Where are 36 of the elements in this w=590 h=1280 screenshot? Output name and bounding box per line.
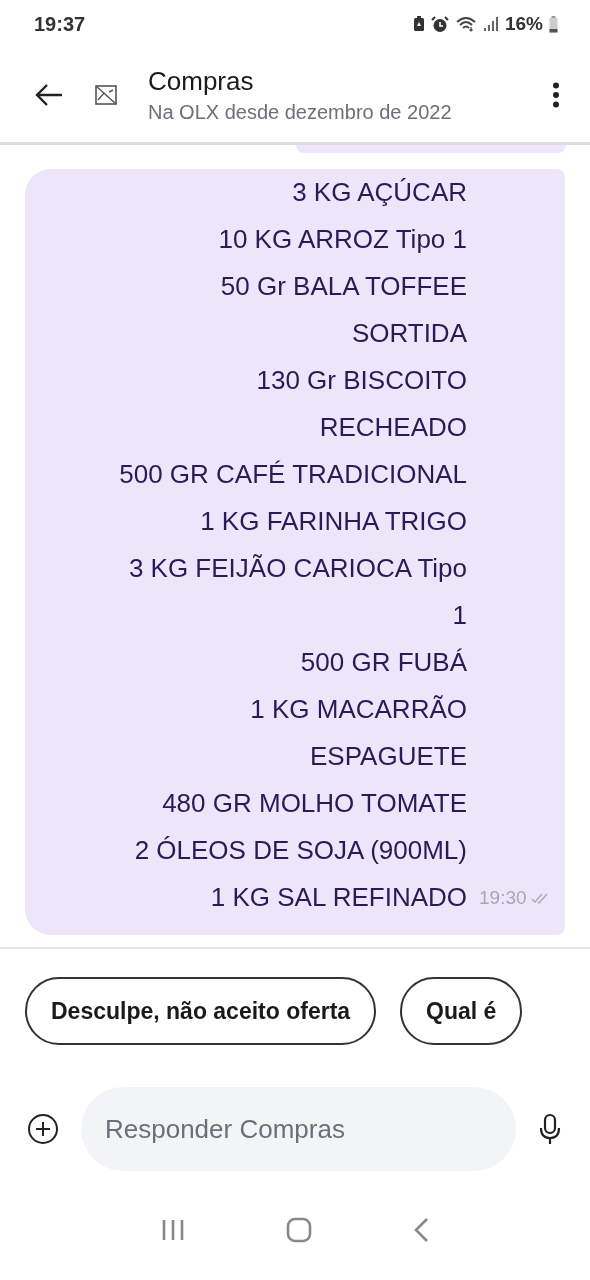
chat-subtitle: Na OLX desde dezembro de 2022	[148, 101, 453, 124]
message-text: 50 Gr BALA TOFFEE	[220, 270, 467, 303]
battery-percent: 16%	[504, 13, 543, 35]
message-text: 1 KG SAL REFINADO	[210, 881, 467, 914]
message-text: 500 GR CAFÉ TRADICIONAL	[119, 458, 467, 491]
alarm-icon	[430, 15, 449, 33]
broken-image-icon	[94, 84, 118, 106]
more-options-icon[interactable]	[552, 82, 560, 108]
status-time: 19:37	[34, 12, 86, 36]
message-text: 1 KG FARINHA TRIGO	[200, 505, 467, 538]
add-icon[interactable]	[27, 1113, 59, 1145]
message-text: 480 GR MOLHO TOMATE	[162, 787, 467, 820]
message-text: 3 KG AÇÚCAR	[292, 176, 467, 209]
wifi-icon	[454, 16, 477, 32]
home-icon[interactable]	[286, 1216, 312, 1243]
message-input[interactable]: Responder Compras	[81, 1087, 516, 1171]
message-text: 1 KG MACARRÃO	[250, 693, 467, 726]
message-time: 19:30	[479, 887, 527, 909]
message-text: ESPAGUETE	[310, 740, 467, 773]
message-text: 10 KG ARROZ Tipo 1	[218, 223, 467, 256]
message-text: SORTIDA	[351, 317, 467, 350]
signal-icon	[482, 16, 499, 32]
chat-title: Compras	[148, 66, 255, 97]
microphone-icon[interactable]	[538, 1113, 562, 1145]
back-icon[interactable]	[34, 83, 64, 107]
quick-reply-chip[interactable]: Desculpe, não aceito oferta	[25, 977, 377, 1045]
message-text: RECHEADO	[319, 411, 467, 444]
recent-apps-icon[interactable]	[160, 1218, 185, 1241]
quick-reply-chip[interactable]: Qual é	[400, 977, 523, 1045]
message-text: 1	[452, 599, 467, 632]
message-text: 500 GR FUBÁ	[300, 646, 467, 679]
message-text: 3 KG FEIJÃO CARIOCA Tipo	[128, 552, 467, 585]
message-text: 130 Gr BISCOITO	[256, 364, 467, 397]
message-text: 2 ÓLEOS DE SOJA (900ML)	[134, 834, 467, 867]
battery-icon	[549, 15, 558, 33]
battery-saver-icon	[412, 16, 425, 32]
